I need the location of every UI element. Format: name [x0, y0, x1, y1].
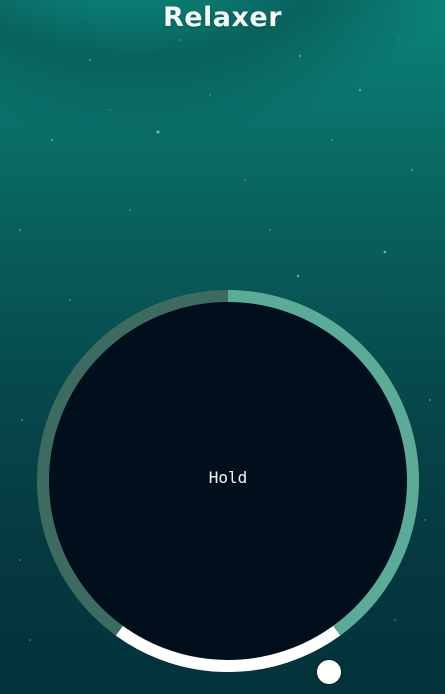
breathing-ring	[37, 290, 419, 672]
breath-instruction: Hold	[208, 468, 248, 487]
progress-pointer[interactable]	[317, 660, 341, 684]
